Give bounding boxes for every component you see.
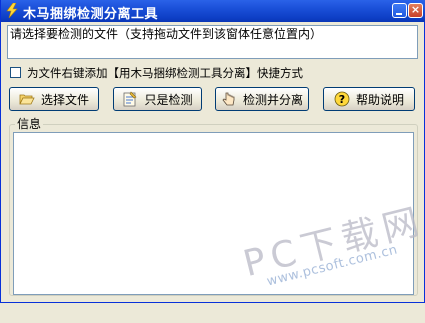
main-window: 木马捆绑检测分离工具 × 请选择要检测的文件（支持拖动文件到该窗体任意位置内） …: [0, 0, 425, 303]
minimize-icon: [396, 13, 402, 15]
folder-open-icon: [19, 94, 35, 105]
choose-file-label: 选择文件: [40, 92, 89, 107]
context-menu-label: 为文件右键添加【用木马捆绑检测工具分离】快捷方式: [27, 66, 303, 80]
info-legend: 信息: [15, 117, 44, 131]
check-and-split-label: 检测并分离: [242, 92, 303, 107]
info-output[interactable]: [13, 132, 414, 295]
close-button[interactable]: ×: [408, 3, 423, 18]
window-title: 木马捆绑检测分离工具: [23, 7, 159, 22]
check-only-label: 只是检测: [144, 92, 193, 107]
help-button[interactable]: ? 帮助说明: [323, 87, 415, 111]
check-and-split-button[interactable]: 检测并分离: [215, 87, 309, 111]
context-menu-checkbox[interactable]: [10, 67, 21, 78]
choose-file-button[interactable]: 选择文件: [9, 87, 99, 111]
check-document-icon: [124, 91, 137, 107]
close-icon: ×: [410, 3, 421, 16]
title-bar[interactable]: 木马捆绑检测分离工具 ×: [1, 0, 425, 22]
lightning-icon: [6, 3, 18, 18]
check-only-button[interactable]: 只是检测: [113, 87, 202, 111]
hand-pointer-icon: [222, 92, 235, 106]
minimize-button[interactable]: [392, 3, 407, 18]
file-path-input[interactable]: 请选择要检测的文件（支持拖动文件到该窗体任意位置内）: [7, 25, 418, 59]
help-label: 帮助说明: [355, 92, 404, 107]
help-icon: ?: [334, 91, 350, 107]
svg-text:?: ?: [339, 93, 345, 106]
